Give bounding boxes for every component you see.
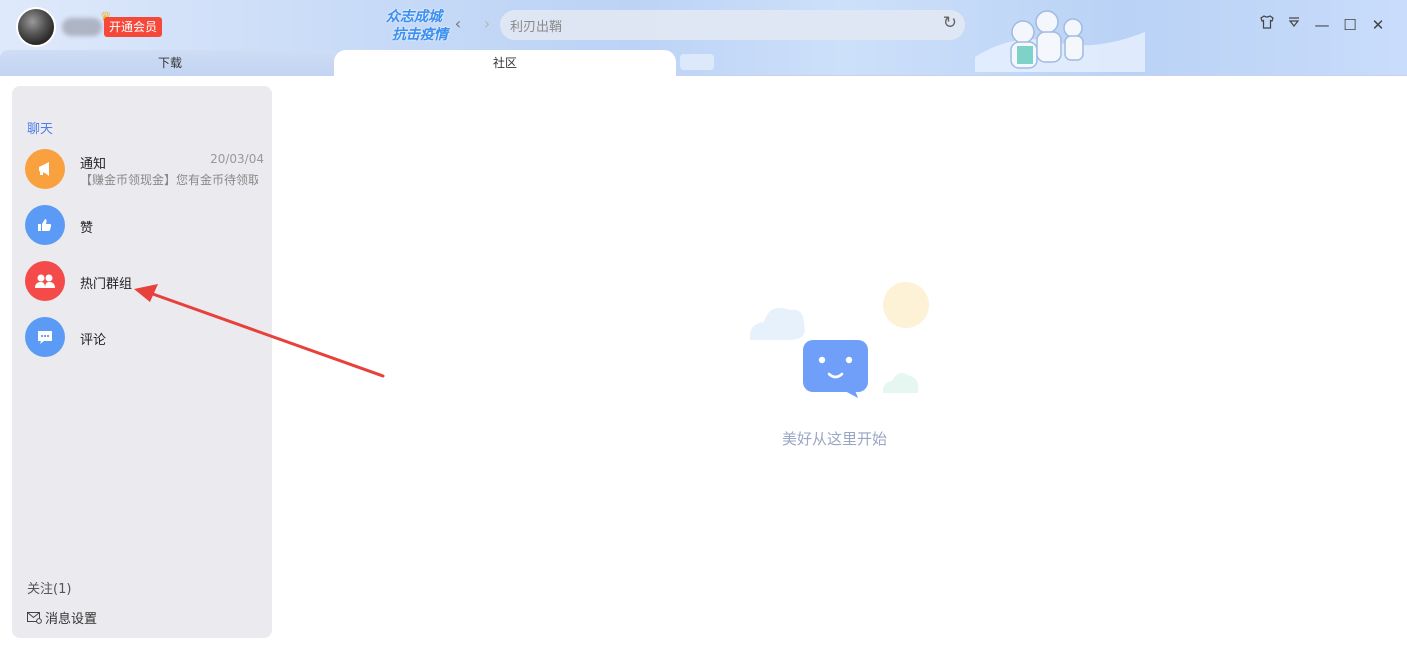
message-settings-link[interactable]: 消息设置 (27, 608, 97, 627)
mail-settings-icon (27, 612, 42, 624)
sidebar-item-hot-groups[interactable]: 热门群组 (12, 261, 272, 317)
slogan-banner: 众志成城 抗击疫情 (386, 8, 458, 44)
message-preview: 【赚金币领现金】您有金币待领取 (80, 173, 258, 187)
chat-section-title: 聊天 (27, 122, 54, 137)
slogan-line-1: 众志成城 (386, 9, 442, 25)
minimize-icon[interactable]: — (1311, 14, 1333, 36)
medical-staff-illustration (975, 10, 1145, 72)
megaphone-icon (25, 149, 65, 189)
vip-button[interactable]: 开通会员 (104, 17, 163, 37)
tab-community[interactable]: 社区 (334, 50, 676, 76)
skin-shirt-icon[interactable] (1256, 14, 1278, 36)
follow-link[interactable]: 关注(1) (27, 578, 71, 597)
sidebar-item-notification[interactable]: 通知 20/03/04 【赚金币领现金】您有金币待领取 (12, 149, 272, 205)
sidebar-item-label: 评论 (80, 333, 107, 348)
search-input[interactable]: 利刃出鞘 (510, 16, 562, 35)
tab-placeholder[interactable] (680, 54, 714, 70)
close-icon[interactable]: ✕ (1367, 14, 1389, 36)
avatar[interactable] (16, 7, 56, 47)
sidebar-item-label: 热门群组 (80, 277, 133, 292)
sidebar-item-label: 赞 (80, 221, 94, 236)
empty-state-text: 美好从这里开始 (782, 430, 888, 448)
refresh-icon[interactable]: ↻ (943, 13, 957, 33)
maximize-icon[interactable]: ☐ (1339, 14, 1361, 36)
message-settings-label: 消息设置 (45, 612, 98, 627)
message-sidebar: 聊天 通知 20/03/04 【赚金币领现金】您有金币待领取 赞 热门群组 评论… (12, 86, 272, 638)
tab-download[interactable]: 下载 (0, 50, 340, 76)
comment-icon (25, 317, 65, 357)
slogan-line-2: 抗击疫情 (392, 27, 448, 43)
group-icon (25, 261, 65, 301)
forward-arrow-icon[interactable]: › (478, 14, 496, 34)
sidebar-item-comments[interactable]: 评论 (12, 317, 272, 373)
back-arrow-icon[interactable]: ‹ (449, 14, 467, 34)
sidebar-item-label: 通知 (80, 157, 107, 172)
message-date: 20/03/04 (210, 152, 264, 166)
username-blurred[interactable] (62, 18, 102, 36)
empty-chat-illustration (749, 282, 929, 398)
sidebar-item-likes[interactable]: 赞 (12, 205, 272, 261)
thumbs-up-icon (25, 205, 65, 245)
dropdown-menu-icon[interactable] (1283, 14, 1305, 36)
search-bar[interactable]: 利刃出鞘 ↻ (500, 10, 965, 40)
